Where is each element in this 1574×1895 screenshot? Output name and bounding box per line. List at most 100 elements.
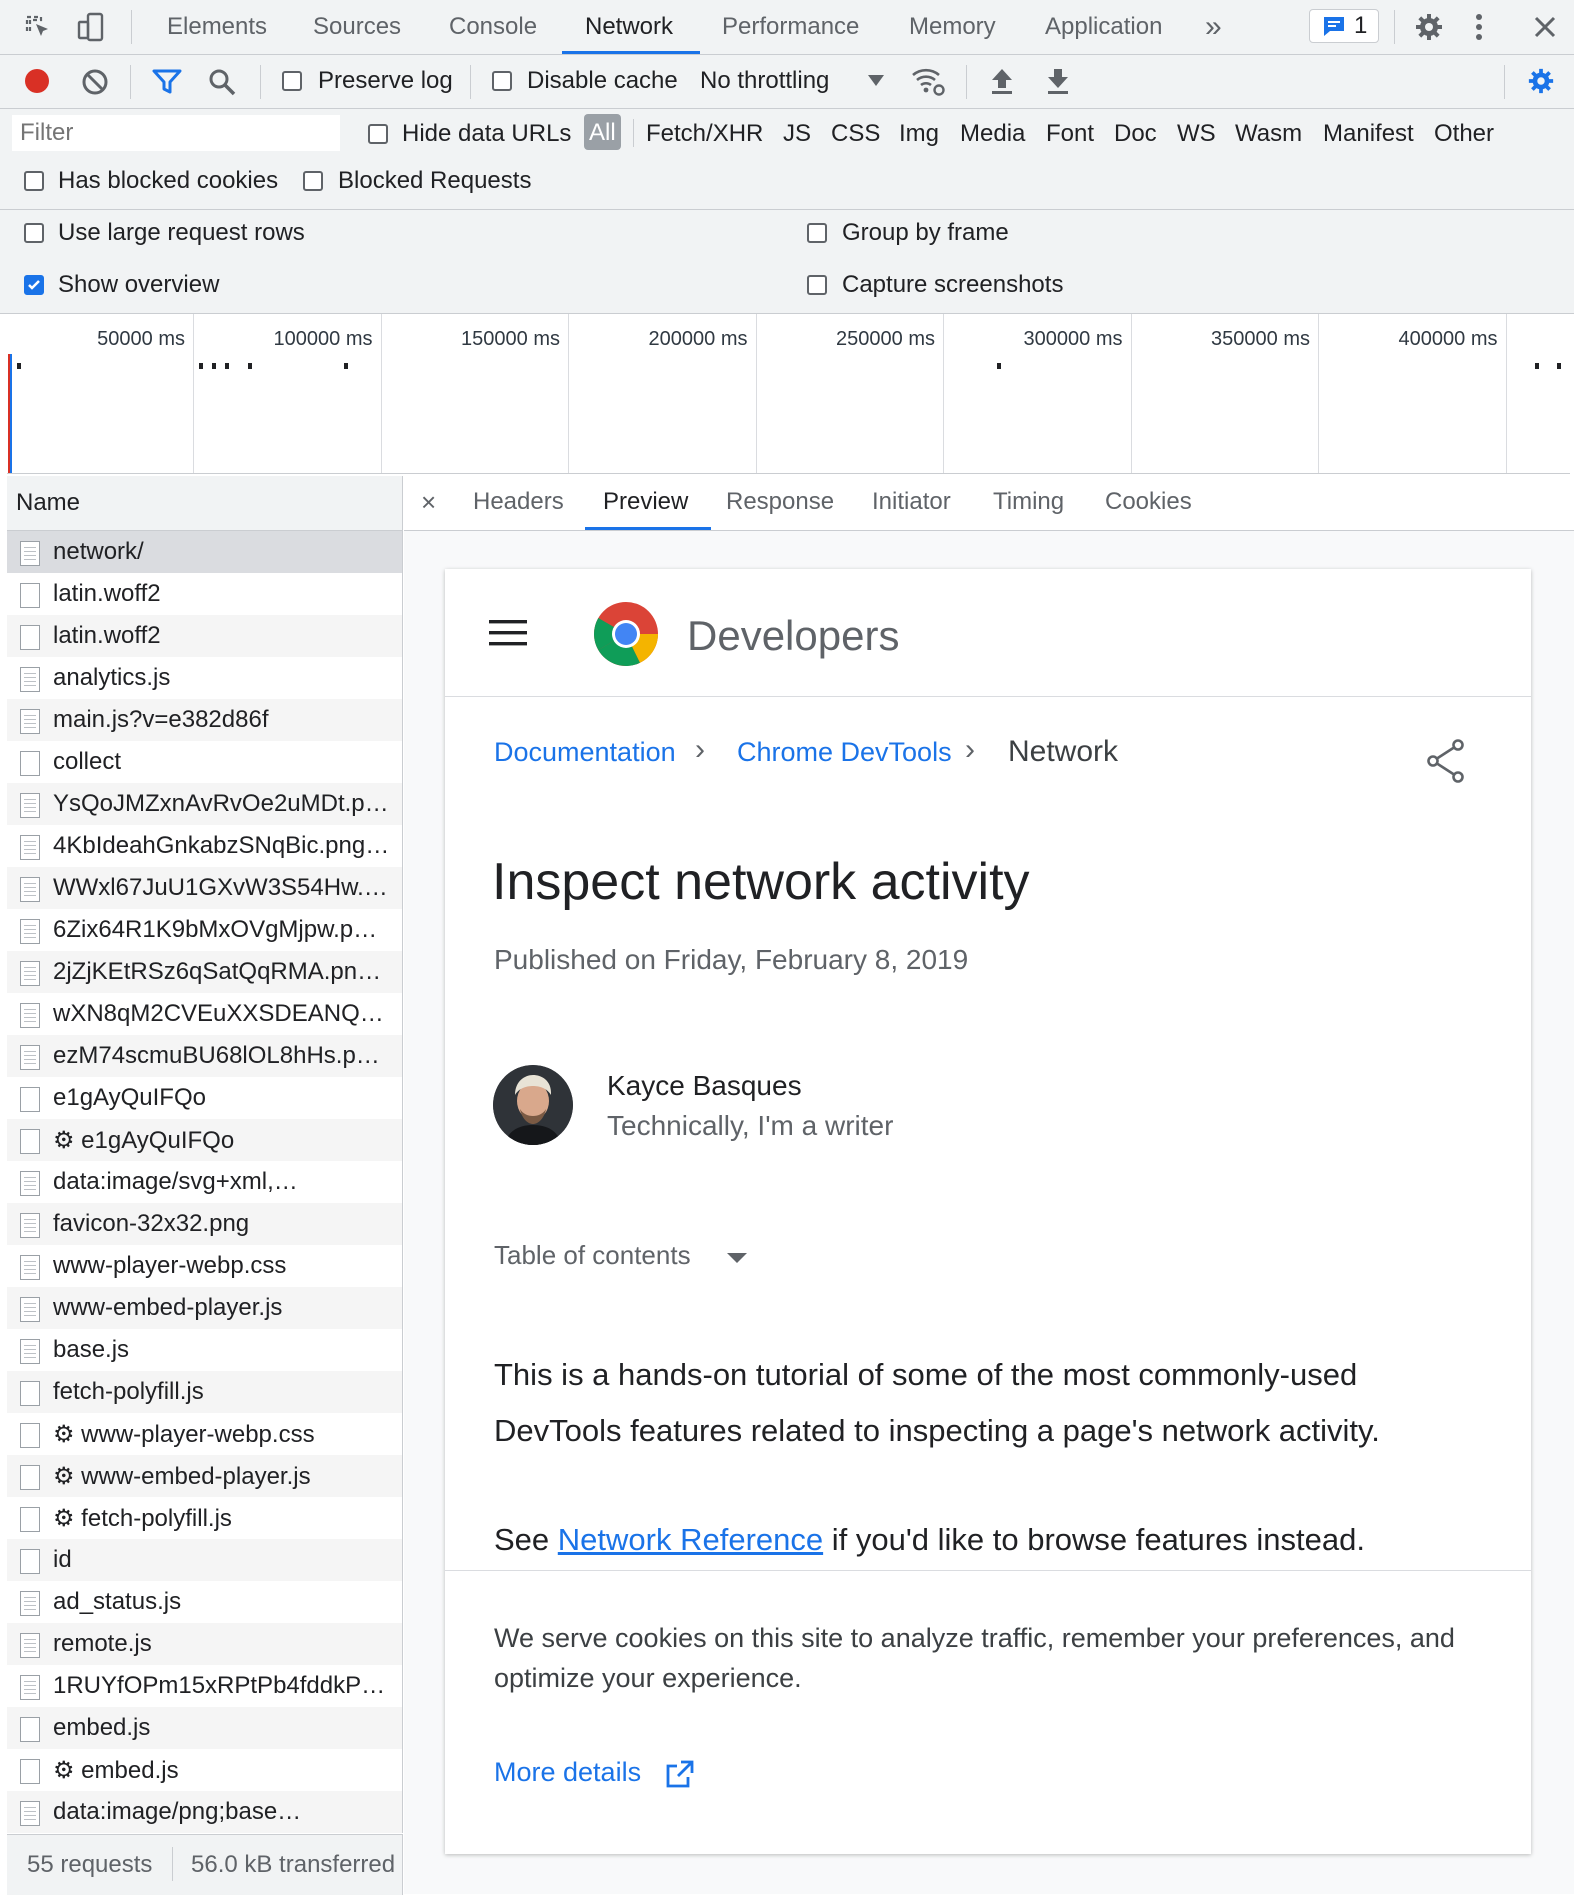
type-filter-wasm[interactable]: Wasm [1235,120,1302,148]
type-filter-font[interactable]: Font [1046,120,1094,148]
request-row[interactable]: data:image/svg+xml,… [7,1161,402,1203]
type-filter-fetch-xhr[interactable]: Fetch/XHR [646,120,763,148]
type-filter-other[interactable]: Other [1434,120,1494,148]
request-row[interactable]: www-player-webp.css [7,1245,402,1287]
disable-cache-checkbox[interactable] [492,71,512,91]
request-row[interactable]: base.js [7,1329,402,1371]
request-row[interactable]: embed.js [7,1707,402,1749]
table-of-contents-toggle[interactable]: Table of contents [494,1240,691,1271]
tab-elements[interactable]: Elements [167,0,267,52]
issues-badge[interactable]: 1 [1309,9,1379,43]
tab-timing[interactable]: Timing [993,474,1064,530]
device-toolbar-icon[interactable] [76,12,106,42]
type-filter-ws[interactable]: WS [1177,120,1216,148]
request-row[interactable]: latin.woff2 [7,615,402,657]
author-name[interactable]: Kayce Basques [607,1070,802,1102]
request-row[interactable]: latin.woff2 [7,573,402,615]
network-settings-gear-icon[interactable] [1527,67,1555,95]
more-options-kebab-icon[interactable] [1474,12,1484,42]
request-row[interactable]: ⚙ www-embed-player.js [7,1455,402,1497]
type-filter-img[interactable]: Img [899,120,939,148]
close-detail-icon[interactable]: × [421,474,436,530]
close-devtools-icon[interactable] [1532,14,1558,40]
type-filter-doc[interactable]: Doc [1114,120,1157,148]
request-row[interactable]: ⚙ e1gAyQuIFQo [7,1119,402,1161]
request-row[interactable]: favicon-32x32.png [7,1203,402,1245]
network-overview-timeline[interactable]: 50000 ms 100000 ms 150000 ms 200000 ms 25000… [7,314,1570,474]
dropdown-triangle-icon[interactable] [868,75,884,87]
record-icon[interactable] [24,68,50,94]
show-overview-checkbox[interactable] [24,275,44,295]
request-row[interactable]: ⚙ fetch-polyfill.js [7,1497,402,1539]
more-details-link[interactable]: More details [494,1757,641,1788]
request-row[interactable]: main.js?v=e382d86f [7,699,402,741]
preserve-log-checkbox[interactable] [282,71,302,91]
site-brand[interactable]: Developers [687,612,899,660]
request-row[interactable]: wXN8qM2CVEuXXSDEANQP… [7,993,402,1035]
type-filter-all[interactable]: All [584,114,621,150]
tab-headers[interactable]: Headers [473,474,564,530]
request-row[interactable]: YsQoJMZxnAvRvOe2uMDt.p… [7,783,402,825]
request-list-header[interactable]: Name [7,476,403,531]
network-conditions-wifi-icon[interactable] [910,65,946,97]
inspect-element-icon[interactable] [24,14,52,42]
group-by-frame-checkbox[interactable] [807,223,827,243]
request-row[interactable]: e1gAyQuIFQo [7,1077,402,1119]
request-row[interactable]: data:image/png;base… [7,1791,402,1833]
request-row[interactable]: WWxl67JuU1GXvW3S54Hw.… [7,867,402,909]
request-row[interactable]: 2jZjKEtRSz6qSatQqRMA.pn… [7,951,402,993]
request-row[interactable]: analytics.js [7,657,402,699]
tab-memory[interactable]: Memory [909,0,996,52]
tab-console[interactable]: Console [449,0,537,52]
name-column-header[interactable]: Name [16,489,80,517]
request-row[interactable]: remote.js [7,1623,402,1665]
hamburger-menu-icon[interactable] [489,620,527,646]
tab-initiator[interactable]: Initiator [872,474,951,530]
request-row[interactable]: collect [7,741,402,783]
toc-dropdown-arrow-icon[interactable] [726,1252,748,1264]
type-filter-media[interactable]: Media [960,120,1025,148]
filter-input[interactable] [12,115,340,151]
request-row[interactable]: 1RUYfOPm15xRPtPb4fddkP… [7,1665,402,1707]
tab-performance[interactable]: Performance [722,0,859,52]
request-list[interactable]: network/latin.woff2 latin.woff2 analytics.… [7,531,403,1833]
request-row[interactable]: www-embed-player.js [7,1287,402,1329]
request-row[interactable]: 6Zix64R1K9bMxOVgMjpw.p… [7,909,402,951]
breadcrumb-documentation[interactable]: Documentation [494,737,676,768]
settings-gear-icon[interactable] [1414,12,1444,42]
throttling-select[interactable]: No throttling [700,67,829,95]
clear-icon[interactable] [81,68,109,96]
import-har-upload-icon[interactable] [990,67,1014,95]
tab-sources[interactable]: Sources [313,0,401,52]
tab-response[interactable]: Response [726,474,834,530]
request-row[interactable]: 4KbIdeahGnkabzSNqBic.png… [7,825,402,867]
blocked-requests-checkbox[interactable] [303,171,323,191]
type-filter-css[interactable]: CSS [831,120,880,148]
has-blocked-cookies-checkbox[interactable] [24,171,44,191]
export-har-download-icon[interactable] [1046,67,1070,95]
hide-data-urls-checkbox[interactable] [368,124,388,144]
request-row[interactable]: fetch-polyfill.js [7,1371,402,1413]
filter-funnel-icon[interactable] [152,68,182,96]
type-filter-js[interactable]: JS [783,120,811,148]
capture-screenshots-checkbox[interactable] [807,275,827,295]
request-row[interactable]: ⚙ embed.js [7,1749,402,1791]
tab-cookies[interactable]: Cookies [1105,474,1192,530]
request-row[interactable]: id [7,1539,402,1581]
network-reference-link[interactable]: Network Reference [558,1522,823,1557]
tab-preview[interactable]: Preview [603,474,688,530]
request-row[interactable]: network/ [7,531,402,573]
search-icon[interactable] [208,68,236,96]
tab-network[interactable]: Network [585,0,673,52]
tab-application[interactable]: Application [1045,0,1162,52]
request-row[interactable]: ad_status.js [7,1581,402,1623]
large-request-rows-checkbox[interactable] [24,223,44,243]
breadcrumb-chrome-devtools[interactable]: Chrome DevTools [737,737,952,768]
request-row[interactable]: ⚙ www-player-webp.css [7,1413,402,1455]
type-filter-manifest[interactable]: Manifest [1323,120,1414,148]
request-row[interactable]: ezM74scmuBU68lOL8hHs.p… [7,1035,402,1077]
share-icon[interactable] [1426,739,1466,783]
author-avatar[interactable] [493,1065,573,1145]
open-in-new-icon[interactable] [665,1759,695,1789]
more-tabs-chevron-icon[interactable]: » [1205,0,1222,52]
